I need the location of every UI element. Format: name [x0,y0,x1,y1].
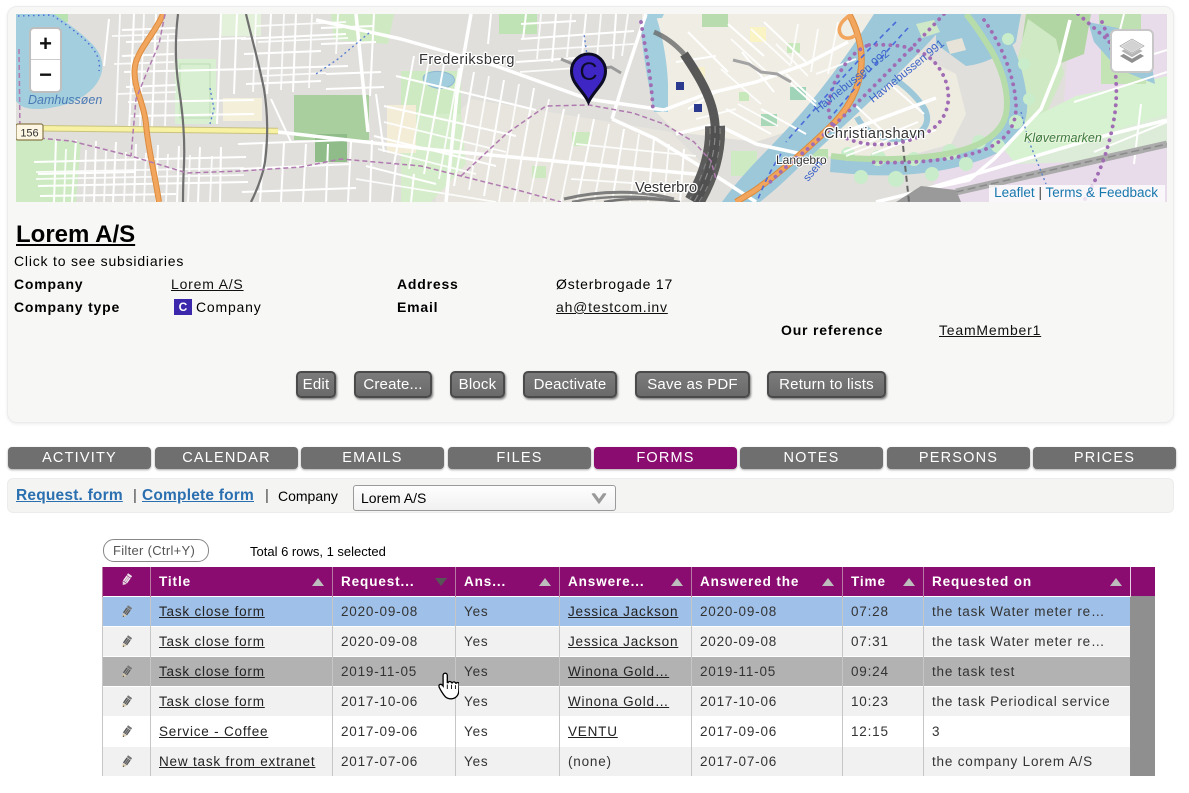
svg-text:Damhussøen: Damhussøen [28,93,102,107]
svg-text:Christianshavn: Christianshavn [824,126,926,142]
svg-text:156: 156 [20,128,38,140]
svg-text:Kløvermarken: Kløvermarken [1024,131,1102,145]
svg-text:C: C [579,58,597,86]
svg-text:Vesterbro: Vesterbro [635,180,697,196]
svg-text:Frederiksberg: Frederiksberg [419,52,515,68]
